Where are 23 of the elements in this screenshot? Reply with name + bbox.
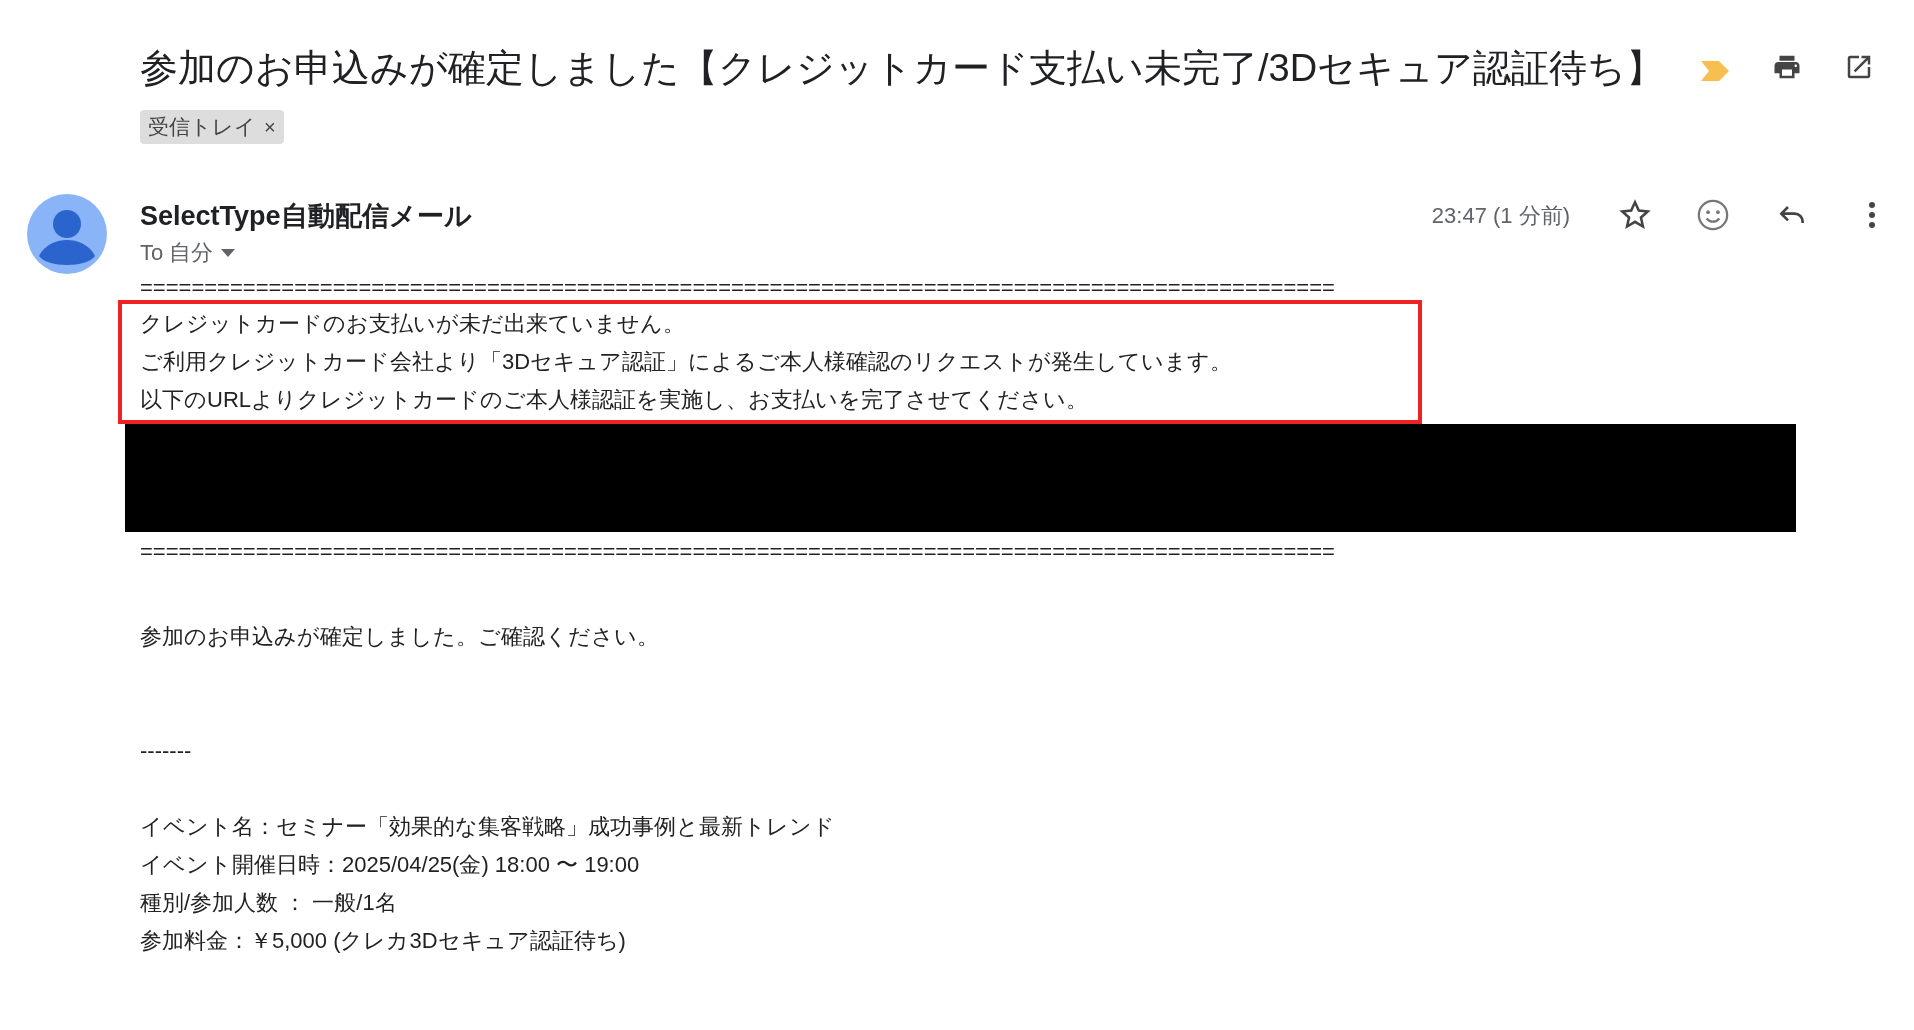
- notice-text: 以下のURLよりクレジットカードのご本人様認証を実施し、お支払いを完了させてください。: [140, 386, 1089, 414]
- notice-text: ご利用クレジットカード会社より「3Dセキュア認証」によるご本人様確認のリクエストが発生しています。: [140, 348, 1234, 376]
- sender-name: SelectType自動配信メール: [140, 200, 472, 233]
- notice-text: クレジットカードのお支払いが未だ出来ていません。: [140, 310, 686, 338]
- remove-label-button[interactable]: ×: [264, 116, 276, 137]
- recipient-text: To 自分: [140, 239, 214, 267]
- emoji-icon[interactable]: [1696, 198, 1730, 232]
- email-subject: 参加のお申込みが確定しました【クレジットカード支払い未完了/3Dセキュア認証待ち】: [140, 47, 1665, 89]
- more-options-icon[interactable]: [1868, 201, 1876, 229]
- detail-text: 種別/参加人数 ： 一般/1名: [140, 889, 398, 917]
- dropdown-icon[interactable]: [221, 248, 236, 257]
- label-text: 受信トレイ: [148, 113, 256, 140]
- divider-text: -------: [139, 737, 193, 765]
- detail-text: イベント開催日時：2025/04/25(金) 18:00 〜 19:00: [140, 851, 641, 879]
- detail-text: 参加料金：￥5,000 (クレカ3Dセキュア認証待ち): [140, 927, 627, 955]
- timestamp: 23:47 (1 分前): [1431, 201, 1570, 230]
- star-icon[interactable]: [1618, 198, 1652, 232]
- avatar-icon: [27, 194, 107, 274]
- body-text: 参加のお申込みが確定しました。ご確認ください。: [139, 623, 660, 651]
- separator-text: =============================================================================================: [139, 276, 1336, 300]
- importance-marker-icon[interactable]: [1700, 60, 1729, 81]
- detail-text: イベント名：セミナー「効果的な集客戦略」成功事例と最新トレンド: [140, 813, 836, 841]
- separator-text: =============================================================================================: [139, 540, 1336, 564]
